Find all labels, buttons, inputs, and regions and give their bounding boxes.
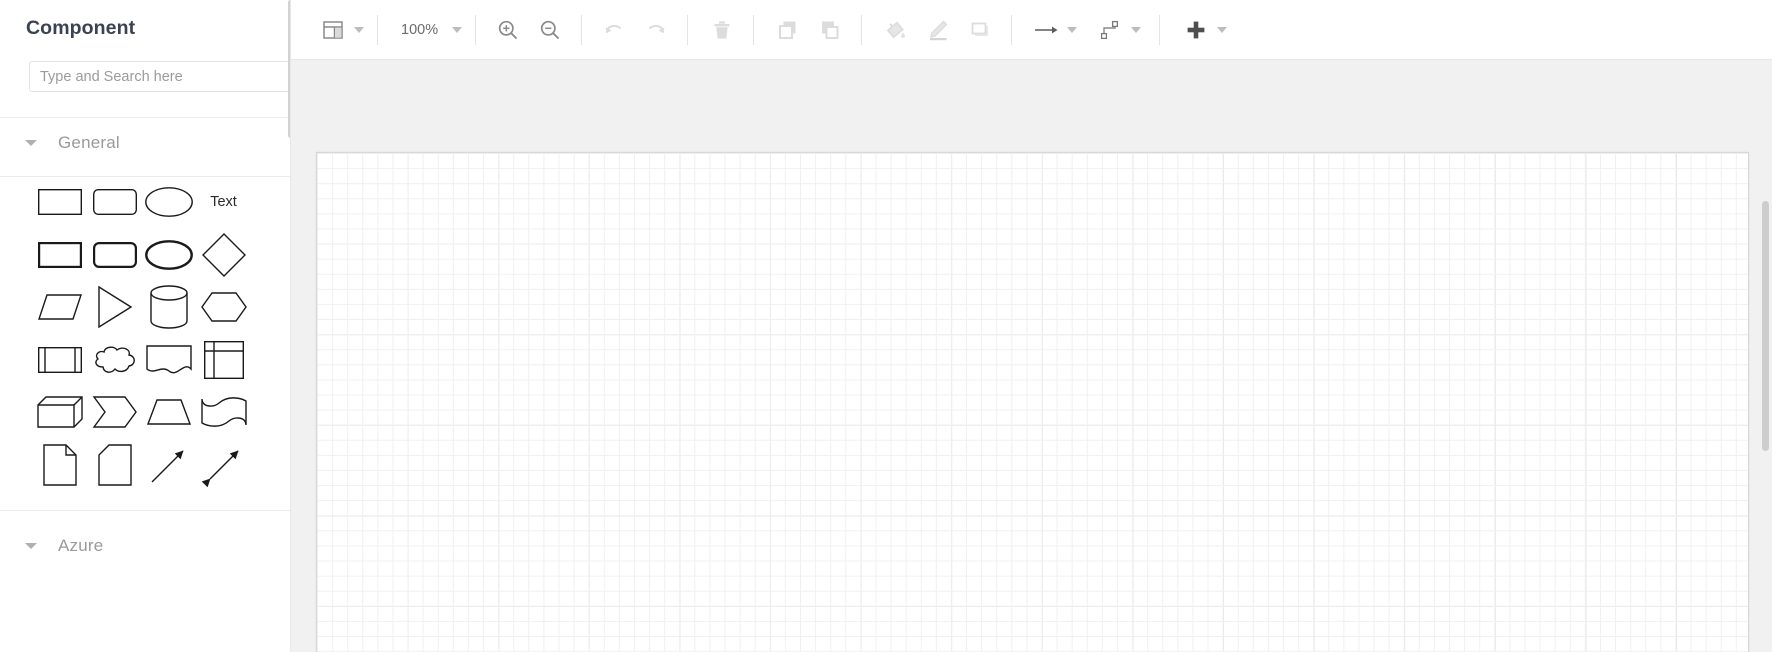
sidebar-divider-azure	[0, 510, 324, 511]
redo-button[interactable]	[639, 0, 673, 60]
sidebar-section-label-general: General	[58, 133, 120, 152]
sidebar-section-general[interactable]: General	[0, 126, 324, 160]
caret-down-icon[interactable]	[20, 535, 42, 557]
toolbar-separator	[377, 14, 378, 45]
fill-color-button[interactable]	[879, 0, 913, 60]
toolbar-separator	[1159, 14, 1161, 45]
search-field-wrapper	[29, 61, 308, 92]
shape-row: Text	[0, 176, 324, 229]
zoom-in-button[interactable]	[491, 0, 525, 60]
shape-trapezoid[interactable]	[142, 386, 195, 439]
shape-directional-arrow[interactable]	[142, 439, 195, 492]
shape-row	[0, 334, 324, 387]
sidebar-section-azure[interactable]: Azure	[0, 529, 324, 563]
shape-hexagon[interactable]	[197, 281, 250, 334]
shape-internal-storage[interactable]	[197, 334, 250, 387]
shape-cylinder[interactable]	[142, 281, 195, 334]
shape-process[interactable]	[33, 334, 86, 387]
shape-palette: Text	[0, 176, 324, 491]
shape-note[interactable]	[33, 439, 86, 492]
shadow-button[interactable]	[963, 0, 997, 60]
page-title: Component	[26, 17, 136, 39]
shape-rounded-rectangle-bold[interactable]	[88, 229, 141, 282]
shape-row	[0, 281, 324, 334]
connection-arrow-button[interactable]	[1029, 0, 1063, 60]
shape-rectangle-bold[interactable]	[33, 229, 86, 282]
shape-document[interactable]	[142, 334, 195, 387]
connection-arrow-dropdown-caret[interactable]	[1067, 26, 1078, 33]
toolbar-separator	[861, 14, 863, 45]
shape-triangle[interactable]	[88, 281, 141, 334]
shape-row	[0, 229, 324, 282]
to-front-button[interactable]	[771, 0, 805, 60]
main-area: 100%	[291, 0, 1772, 652]
shape-row	[0, 386, 324, 439]
to-back-button[interactable]	[813, 0, 847, 60]
insert-button[interactable]	[1179, 0, 1213, 60]
toolbar-separator	[687, 14, 689, 45]
search-input[interactable]	[29, 61, 308, 92]
shape-bidirectional-arrow[interactable]	[197, 439, 250, 492]
shape-ellipse[interactable]	[142, 176, 195, 229]
canvas-page-grid[interactable]	[316, 152, 1749, 652]
toolbar-separator	[1011, 14, 1013, 45]
canvas-vertical-scrollbar-thumb[interactable]	[1762, 201, 1769, 451]
shape-text-label: Text	[210, 194, 237, 211]
editor-toolbar: 100%	[291, 0, 1772, 60]
shape-card[interactable]	[88, 439, 141, 492]
sidebar-section-label-azure: Azure	[58, 536, 104, 555]
diagram-editor-window: Component General	[0, 0, 1772, 652]
sidebar-divider-top	[0, 117, 324, 118]
component-sidebar: Component General	[0, 0, 324, 652]
caret-down-icon[interactable]	[20, 132, 42, 154]
insert-dropdown-caret[interactable]	[1217, 26, 1228, 33]
toolbar-separator	[475, 14, 477, 45]
waypoints-button[interactable]	[1093, 0, 1127, 60]
shape-rounded-rectangle[interactable]	[88, 176, 141, 229]
view-layout-button[interactable]	[316, 0, 350, 60]
toolbar-separator	[581, 14, 583, 45]
undo-button[interactable]	[597, 0, 631, 60]
shape-ellipse-bold[interactable]	[142, 229, 195, 282]
shape-cube[interactable]	[33, 386, 86, 439]
waypoints-dropdown-caret[interactable]	[1131, 26, 1142, 33]
shape-text[interactable]: Text	[197, 176, 250, 229]
shape-parallelogram[interactable]	[33, 281, 86, 334]
line-color-button[interactable]	[921, 0, 955, 60]
delete-button[interactable]	[705, 0, 739, 60]
shape-diamond[interactable]	[197, 229, 250, 282]
canvas-area[interactable]	[291, 61, 1772, 652]
shape-row	[0, 439, 324, 492]
view-layout-dropdown-caret[interactable]	[354, 26, 364, 33]
shape-tape[interactable]	[197, 386, 250, 439]
toolbar-separator	[753, 14, 755, 45]
zoom-level-label[interactable]: 100%	[387, 22, 448, 38]
zoom-out-button[interactable]	[533, 0, 567, 60]
shape-cloud[interactable]	[88, 334, 141, 387]
shape-rectangle[interactable]	[33, 176, 86, 229]
shape-step[interactable]	[88, 386, 141, 439]
zoom-level-dropdown-caret[interactable]	[452, 26, 463, 33]
